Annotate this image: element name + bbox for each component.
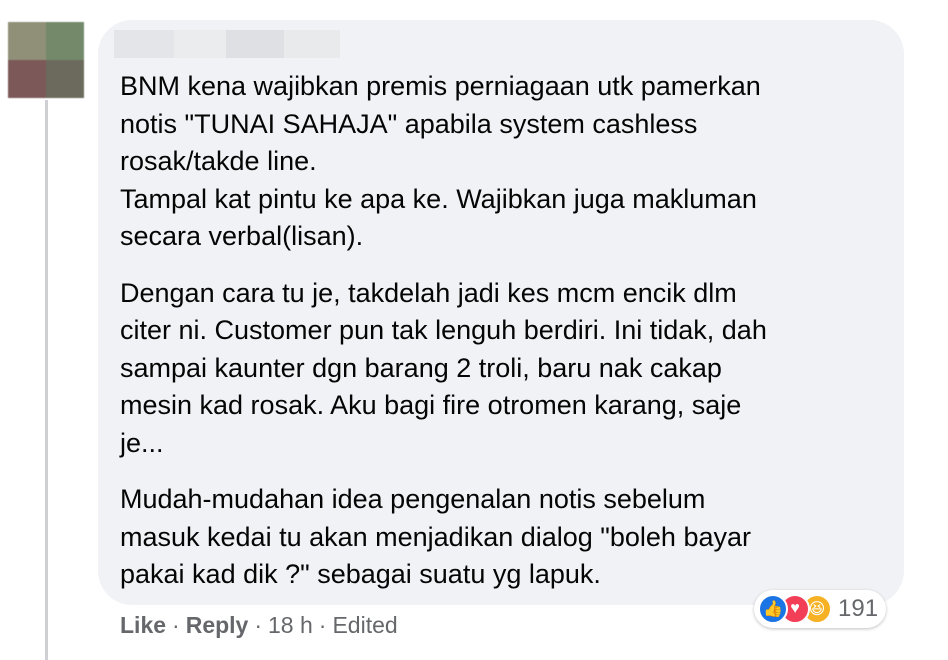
separator: · [172, 612, 180, 638]
like-button[interactable]: Like [120, 612, 166, 639]
avatar[interactable] [8, 22, 84, 98]
comment-body: BNM kena wajibkan premis perniagaan utk … [120, 68, 880, 613]
thread-line [45, 100, 48, 660]
avatar-pixel [8, 22, 46, 60]
timestamp-link[interactable]: 18 h [268, 612, 313, 639]
reaction-count: 191 [838, 595, 879, 622]
edited-label[interactable]: Edited [332, 612, 397, 639]
redaction-block [174, 30, 226, 58]
avatar-pixel [46, 22, 84, 60]
author-name-redacted[interactable] [114, 30, 340, 58]
comment-paragraph: Dengan cara tu je, takdelah jadi kes mcm… [120, 277, 767, 458]
reactions-summary[interactable]: 👍 ♥ 😆 191 [754, 590, 887, 628]
separator: · [318, 612, 327, 638]
redaction-block [284, 30, 340, 58]
redaction-block [226, 30, 284, 58]
avatar-pixel [46, 60, 84, 98]
redaction-block [114, 30, 174, 58]
reply-button[interactable]: Reply [186, 612, 249, 639]
separator: · [254, 612, 263, 638]
comment-paragraph: Mudah-mudahan idea pengenalan notis sebe… [120, 484, 751, 589]
comment-actions: Like · Reply · 18 h · Edited [120, 612, 398, 639]
like-reaction-icon: 👍 [758, 594, 788, 624]
comment-paragraph: BNM kena wajibkan premis perniagaan utk … [120, 71, 761, 251]
avatar-pixel [8, 60, 46, 98]
